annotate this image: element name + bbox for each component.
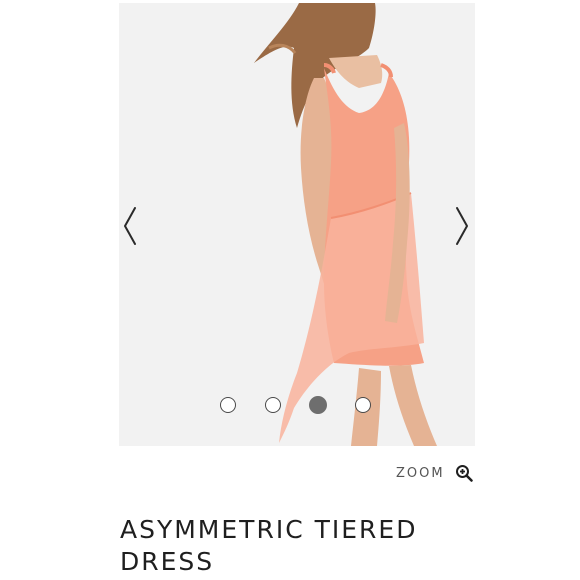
slide-dot-4[interactable] [355, 397, 371, 413]
zoom-button[interactable]: ZOOM [396, 463, 473, 483]
zoom-in-icon [455, 465, 473, 482]
product-page: ZOOM ASYMMETRIC TIERED DRESS [0, 0, 580, 580]
next-image-button[interactable] [447, 203, 475, 249]
chevron-right-icon [456, 207, 468, 245]
product-image-gallery[interactable] [119, 3, 475, 446]
zoom-label: ZOOM [396, 465, 445, 481]
slide-dot-2[interactable] [265, 397, 281, 413]
product-title: ASYMMETRIC TIERED DRESS [120, 515, 418, 576]
slide-indicator [219, 396, 379, 419]
product-photo [119, 3, 475, 446]
previous-image-button[interactable] [119, 203, 145, 249]
chevron-left-icon [124, 207, 136, 245]
slide-dot-1[interactable] [220, 397, 236, 413]
slide-dot-3-active[interactable] [309, 396, 327, 414]
